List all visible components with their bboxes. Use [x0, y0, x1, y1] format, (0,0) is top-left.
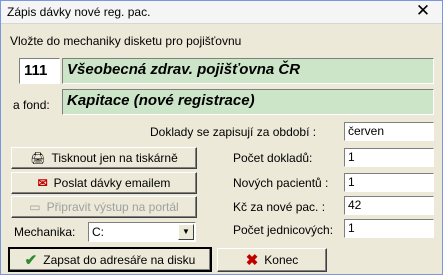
new-patients-label: Nových pacientů : — [233, 176, 329, 190]
email-button-label: Poslat dávky emailem — [53, 176, 171, 190]
chevron-down-icon[interactable]: ▼ — [178, 224, 194, 240]
portal-icon: ▭ — [29, 200, 41, 214]
end-button-label: Konec — [264, 253, 299, 267]
docs-count-field[interactable]: 1 — [344, 148, 434, 167]
period-label: Doklady se zapisují za období : — [150, 125, 317, 139]
window-title: Zápis dávky nové reg. pac. — [7, 5, 151, 19]
insurer-code-field[interactable]: 111 — [19, 58, 60, 84]
write-button-label: Zapsat do adresáře na disku — [43, 252, 196, 267]
new-patients-field[interactable]: 1 — [344, 173, 434, 192]
fund-label: a fond: — [13, 98, 50, 112]
envelope-icon: ✉ — [37, 176, 48, 190]
drive-value: C: — [92, 225, 104, 239]
drive-label: Mechanika: — [14, 225, 76, 239]
portal-button[interactable]: ▭ Připravit výstup na portál — [11, 196, 197, 218]
docs-count-label: Počet dokladů: — [233, 151, 313, 165]
insurer-name-field[interactable]: Všeobecná zdrav. pojišťovna ČR — [62, 58, 434, 84]
period-field[interactable]: červen — [344, 122, 434, 141]
kc-field[interactable]: 42 — [344, 196, 434, 215]
print-button-label: Tisknout jen na tiskárně — [51, 151, 178, 165]
insert-disk-label: Vložte do mechaniky disketu pro pojišťov… — [10, 34, 242, 48]
drive-select[interactable]: C: ▼ — [88, 222, 196, 242]
units-label: Počet jednicových: — [233, 223, 334, 237]
write-to-disk-button[interactable]: ✔ Zapsat do adresáře na disku — [8, 247, 212, 272]
portal-button-label: Připravit výstup na portál — [46, 200, 179, 214]
checkmark-icon: ✔ — [24, 251, 38, 269]
close-icon[interactable]: ✕ — [413, 2, 433, 20]
end-button[interactable]: ✖ Konec — [217, 248, 327, 272]
fund-field[interactable]: Kapitace (nové registrace) — [62, 89, 434, 115]
print-button[interactable]: 🖨 Tisknout jen na tiskárně — [11, 147, 197, 169]
printer-icon: 🖨 — [30, 151, 46, 165]
dialog-window: Zápis dávky nové reg. pac. ✕ Vložte do m… — [0, 0, 443, 275]
title-bar[interactable]: Zápis dávky nové reg. pac. ✕ — [1, 1, 442, 24]
units-field[interactable]: 1 — [344, 219, 434, 238]
email-button[interactable]: ✉ Poslat dávky emailem — [11, 172, 197, 194]
close-cross-icon: ✖ — [245, 252, 259, 269]
kc-label: Kč za nové pac. : — [233, 200, 326, 214]
